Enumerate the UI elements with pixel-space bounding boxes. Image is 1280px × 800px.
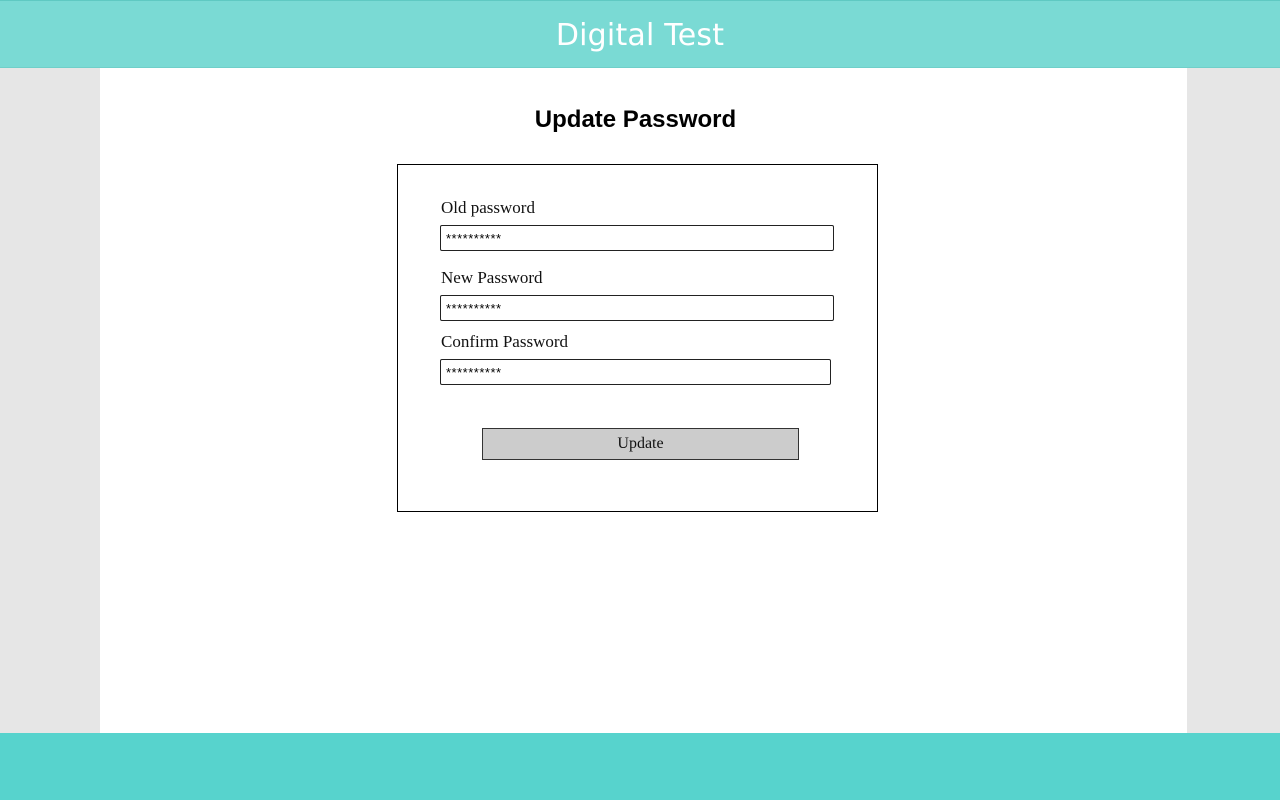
app-header: Digital Test bbox=[0, 0, 1280, 68]
new-password-label: New Password bbox=[441, 268, 543, 287]
confirm-password-input[interactable] bbox=[440, 359, 831, 385]
update-password-form: Old password New Password Confirm Passwo… bbox=[397, 164, 878, 512]
old-password-label: Old password bbox=[441, 198, 535, 217]
new-password-input[interactable] bbox=[440, 295, 834, 321]
confirm-password-label: Confirm Password bbox=[441, 332, 569, 351]
old-password-input[interactable] bbox=[440, 225, 834, 251]
page-title: Update Password bbox=[534, 106, 737, 133]
app-footer bbox=[0, 733, 1280, 800]
update-button[interactable]: Update bbox=[482, 428, 799, 460]
app-title: Digital Test bbox=[555, 17, 725, 53]
main-content: Update Password Old password New Passwor… bbox=[100, 68, 1187, 733]
